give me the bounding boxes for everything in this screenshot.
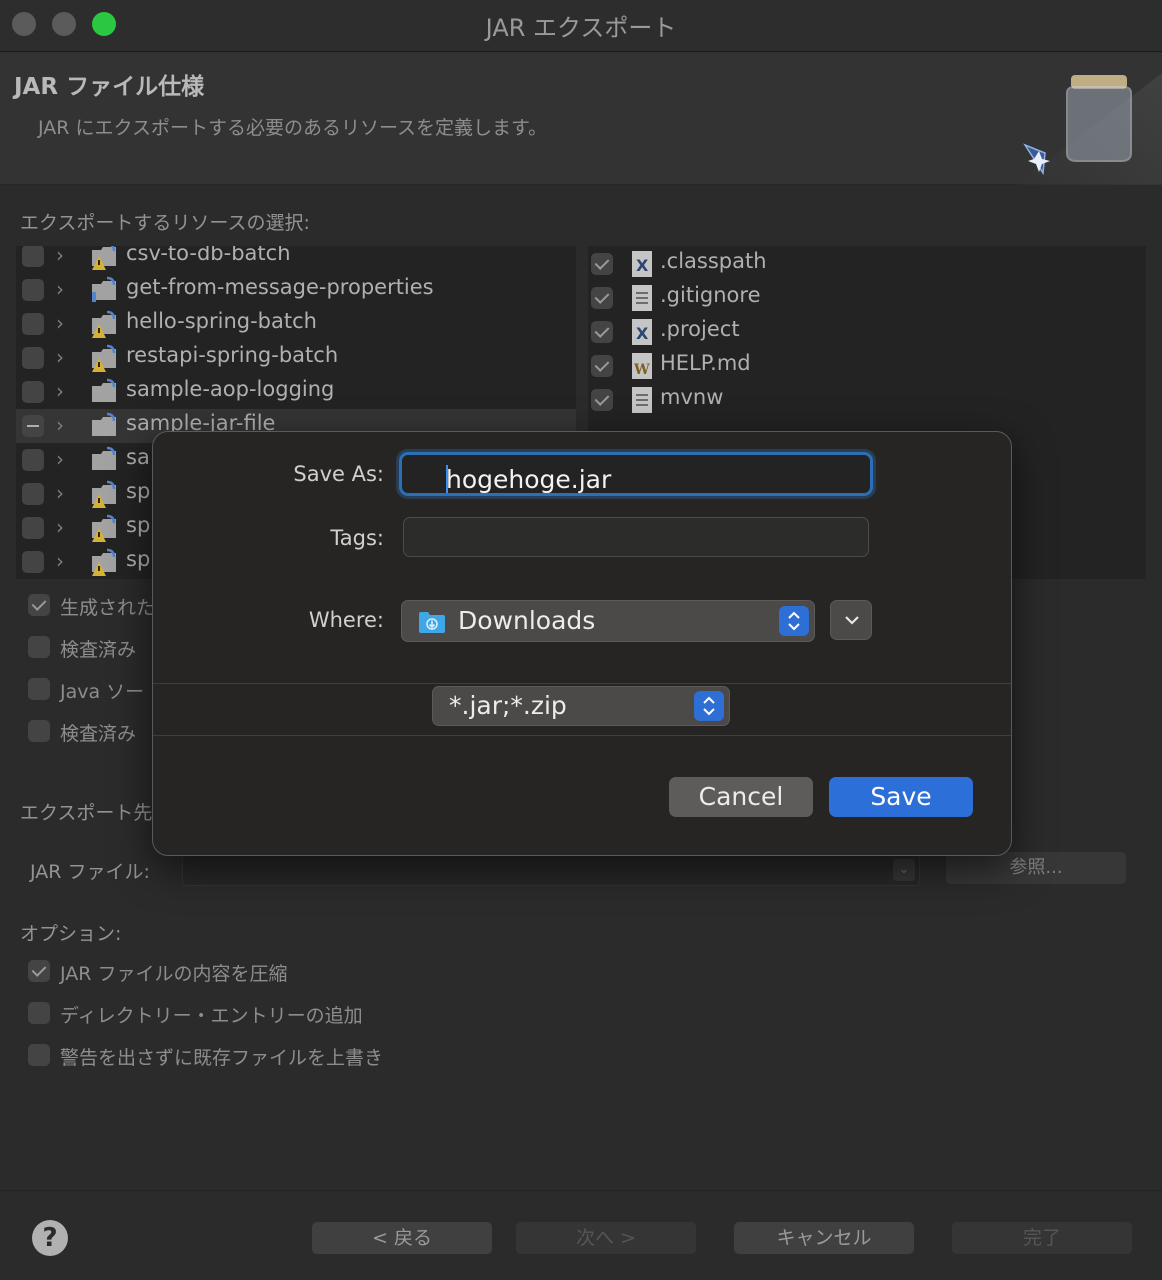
file-format-popup[interactable]: *.jar;*.zip xyxy=(432,686,730,726)
dialog-divider xyxy=(153,683,1011,684)
tags-input[interactable] xyxy=(403,517,869,557)
dialog-divider xyxy=(153,735,1011,736)
tags-label: Tags: xyxy=(330,526,384,550)
save-dialog: Save As: hogehoge.jar Tags: Where: Downl… xyxy=(152,431,1012,856)
where-value: Downloads xyxy=(458,606,596,635)
expand-dialog-button[interactable] xyxy=(830,600,872,640)
window-title: JAR エクスポート xyxy=(485,14,677,42)
save-button[interactable]: Save xyxy=(829,777,973,817)
title-bar: JAR エクスポート xyxy=(0,0,1162,52)
text-caret xyxy=(446,465,448,493)
downloads-folder-icon xyxy=(419,612,445,633)
page-description: JAR にエクスポートする必要のあるリソースを定義します。 xyxy=(38,117,548,139)
where-popup[interactable]: Downloads xyxy=(401,600,815,642)
where-label: Where: xyxy=(308,608,384,632)
page-title: JAR ファイル仕様 xyxy=(14,74,205,100)
wizard-header: JAR ファイル仕様 JAR にエクスポートする必要のあるリソースを定義します。 xyxy=(0,53,1162,185)
up-down-chevron-icon xyxy=(779,606,809,636)
cancel-button[interactable]: Cancel xyxy=(669,777,813,817)
save-as-value: hogehoge.jar xyxy=(446,465,612,494)
jar-wizard-icon xyxy=(1017,73,1162,185)
chevron-down-icon xyxy=(845,616,859,625)
save-as-label: Save As: xyxy=(293,462,384,486)
file-format-value: *.jar;*.zip xyxy=(449,691,567,720)
up-down-chevron-icon xyxy=(694,691,724,721)
save-as-input[interactable]: hogehoge.jar xyxy=(399,452,873,496)
